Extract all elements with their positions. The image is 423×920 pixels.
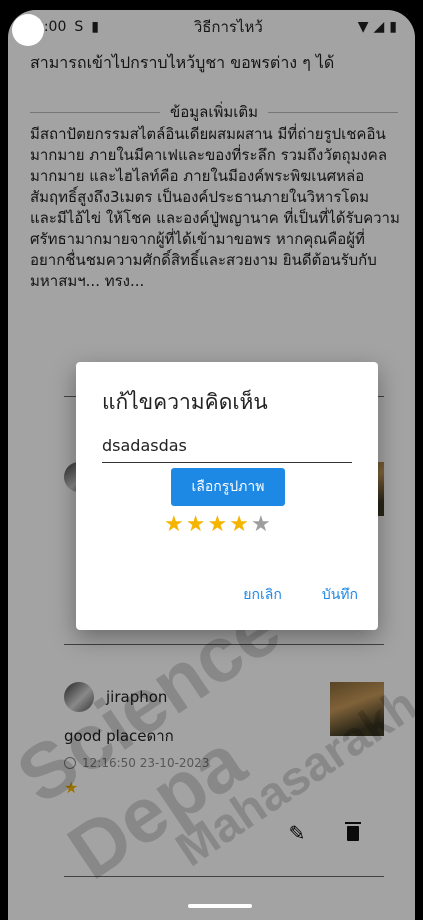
- app-screen: 12:00 S ▮ วิธีการไหว้ ▼ ◢ ▮ สามารถเข้าไป…: [8, 10, 415, 920]
- rating-star-4[interactable]: ★: [229, 512, 249, 537]
- gesture-bar[interactable]: [188, 904, 252, 908]
- camera-dot: [12, 14, 44, 46]
- rating-stars: ★ ★ ★ ★ ★: [164, 512, 271, 537]
- rating-star-3[interactable]: ★: [207, 512, 227, 537]
- rating-star-1[interactable]: ★: [164, 512, 184, 537]
- choose-image-button[interactable]: เลือกรูปภาพ: [171, 468, 285, 506]
- dialog-actions: ยกเลิก บันทึก: [243, 584, 358, 606]
- rating-star-5[interactable]: ★: [251, 512, 271, 537]
- cancel-button[interactable]: ยกเลิก: [243, 584, 282, 606]
- dialog-title: แก้ไขความคิดเห็น: [102, 390, 268, 414]
- save-button[interactable]: บันทึก: [322, 584, 358, 606]
- comment-input[interactable]: dsadasdas: [102, 428, 352, 463]
- rating-star-2[interactable]: ★: [186, 512, 206, 537]
- edit-comment-dialog: แก้ไขความคิดเห็น dsadasdas เลือกรูปภาพ ★…: [76, 362, 378, 630]
